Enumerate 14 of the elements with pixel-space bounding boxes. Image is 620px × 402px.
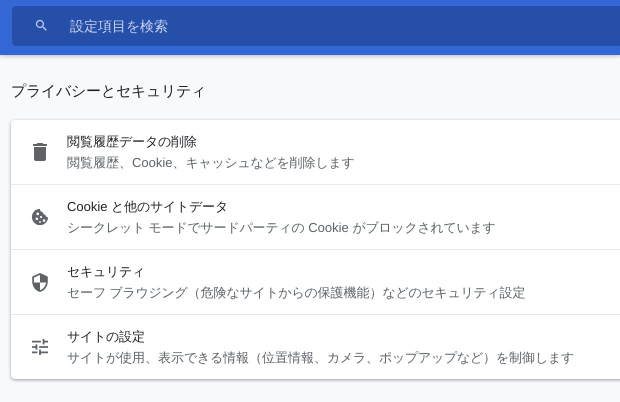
shield-icon xyxy=(32,272,48,292)
cookie-icon xyxy=(31,208,49,226)
search-field[interactable]: 設定項目を検索 xyxy=(12,6,620,46)
setting-description: サイトが使用、表示できる情報（位置情報、カメラ、ポップアップなど）を制御します xyxy=(67,348,574,366)
setting-title[interactable]: Cookie と他のサイトデータ xyxy=(67,198,496,216)
section-title: プライバシーとセキュリティ xyxy=(11,82,207,102)
setting-description: 閲覧履歴、Cookie、キャッシュなどを削除します xyxy=(67,154,354,172)
setting-title[interactable]: サイトの設定 xyxy=(67,328,574,346)
setting-description: シークレット モードでサードパーティの Cookie がブロックされています xyxy=(67,218,496,236)
setting-title[interactable]: セキュリティ xyxy=(67,262,526,280)
setting-title[interactable]: 閲覧履歴データの削除 xyxy=(67,132,354,150)
trash-icon xyxy=(33,143,47,161)
sliders-icon xyxy=(32,339,48,355)
setting-description: セーフ ブラウジング（危険なサイトからの保護機能）などのセキュリティ設定 xyxy=(67,284,526,302)
